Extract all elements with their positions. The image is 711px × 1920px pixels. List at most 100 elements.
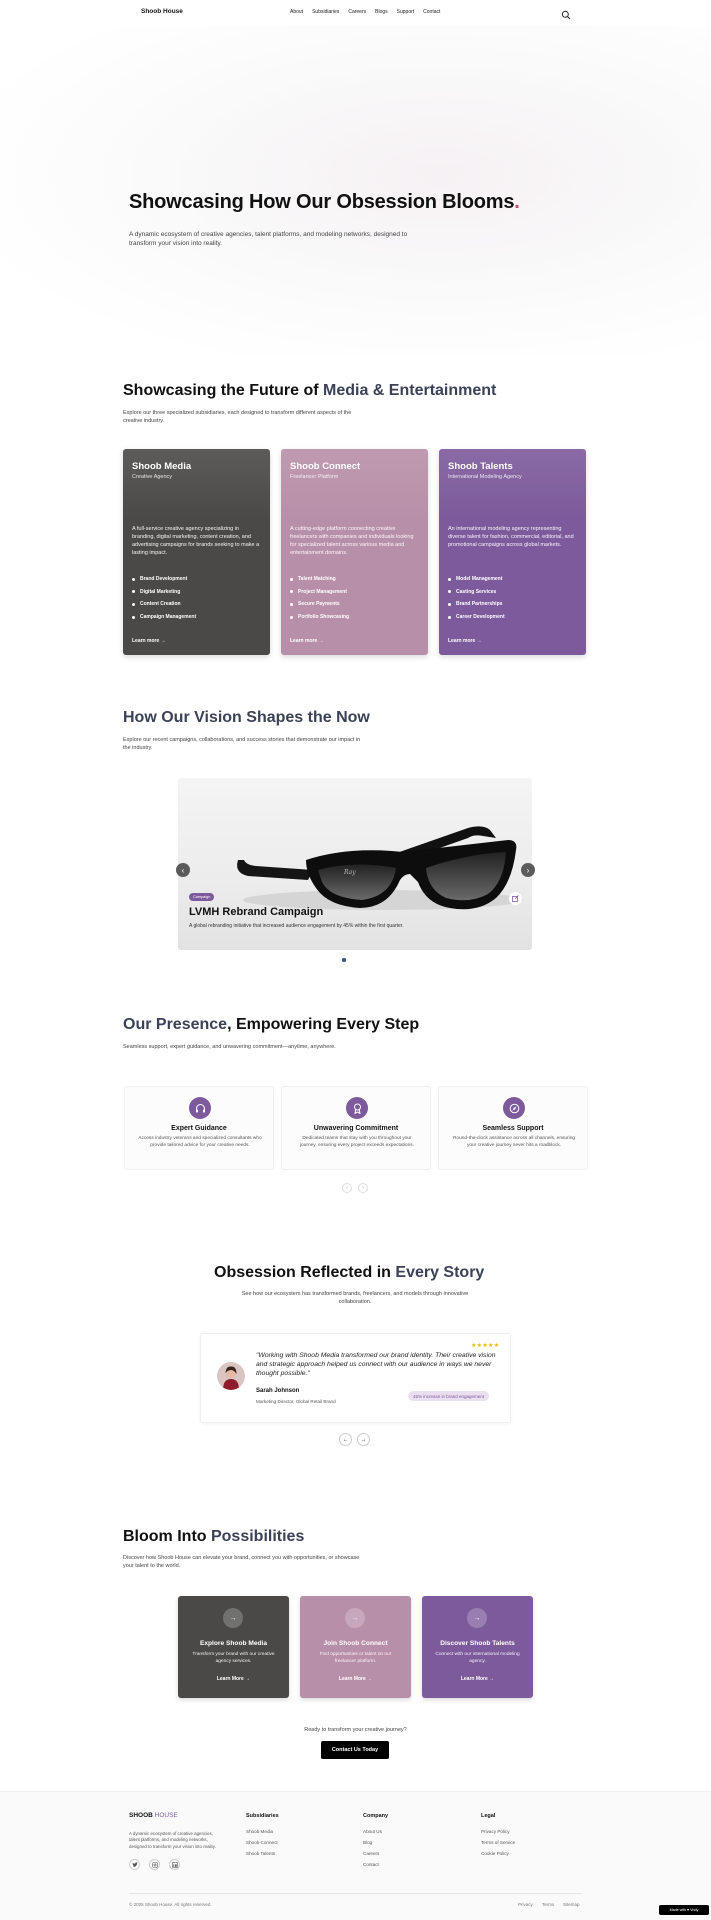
carousel-prev-button[interactable]: ‹ bbox=[176, 863, 190, 877]
feature-item: Project Management bbox=[290, 586, 349, 599]
footer-bottom-link[interactable]: Sitemap bbox=[563, 1902, 580, 1907]
footer-link[interactable]: About Us bbox=[363, 1829, 382, 1834]
arrow-right-icon: → bbox=[467, 1608, 487, 1628]
footer-link[interactable]: Blog bbox=[363, 1840, 372, 1845]
footer-link[interactable]: Cookie Policy bbox=[481, 1851, 509, 1856]
card-title: Shoob Connect bbox=[290, 461, 361, 472]
linkedin-icon[interactable] bbox=[169, 1859, 180, 1870]
presence-card-guidance: Expert Guidance Access industry veterans… bbox=[124, 1086, 274, 1170]
feature-list: Talent Matching Project Management Secur… bbox=[290, 573, 349, 623]
arrow-right-icon: → bbox=[345, 1608, 365, 1628]
nav-subsidiaries[interactable]: Subsidiaries bbox=[312, 9, 339, 15]
nav-about[interactable]: About bbox=[290, 9, 303, 15]
footer-divider bbox=[129, 1893, 582, 1894]
nav-careers[interactable]: Careers bbox=[348, 9, 366, 15]
feature-list: Brand Development Digital Marketing Cont… bbox=[132, 573, 196, 623]
carousel-dot-active[interactable] bbox=[342, 958, 346, 962]
footer-link[interactable]: Shoob Talents bbox=[246, 1851, 275, 1856]
feature-item: Model Management bbox=[448, 573, 505, 586]
footer-link[interactable]: Shoob Connect bbox=[246, 1840, 278, 1845]
site-header: Shoob House About Subsidiaries Careers B… bbox=[0, 0, 711, 26]
subsidiary-card-media[interactable]: Shoob Media Creative Agency A full-servi… bbox=[123, 449, 270, 655]
testimonial-next-button[interactable]: → bbox=[357, 1433, 370, 1446]
svg-text:Ray: Ray bbox=[343, 869, 356, 876]
footer-link[interactable]: Careers bbox=[363, 1851, 379, 1856]
copyright: © 2025 Shoob House. All rights reserved. bbox=[129, 1902, 212, 1907]
presence-card-commitment: Unwavering Commitment Dedicated teams th… bbox=[281, 1086, 431, 1170]
footer-bottom-link[interactable]: Terms bbox=[542, 1902, 554, 1907]
presence-card-support: Seamless Support Round-the-clock assista… bbox=[438, 1086, 588, 1170]
site-footer bbox=[0, 1791, 711, 1920]
footer-link[interactable]: Contact bbox=[363, 1862, 379, 1867]
result-badge: 45% increase in brand engagement bbox=[408, 1391, 490, 1401]
nav-blogs[interactable]: Blogs bbox=[375, 9, 388, 15]
future-title: Showcasing the Future of Media & Enterta… bbox=[123, 382, 497, 399]
learn-more-link[interactable]: Learn more → bbox=[290, 638, 324, 644]
search-icon[interactable] bbox=[561, 7, 571, 20]
hero-subtitle: A dynamic ecosystem of creative agencies… bbox=[129, 231, 408, 248]
footer-link[interactable]: Privacy Policy bbox=[481, 1829, 510, 1834]
contact-us-button[interactable]: Contact Us Today bbox=[321, 1741, 389, 1759]
learn-more-link[interactable]: Learn more → bbox=[448, 638, 482, 644]
feature-item: Casting Services bbox=[448, 586, 505, 599]
story-subtitle: See how our ecosystem has transformed br… bbox=[241, 1291, 469, 1306]
feature-item: Career Development bbox=[448, 611, 505, 624]
bloom-subtitle: Discover how Shoob House can elevate you… bbox=[123, 1555, 360, 1570]
hero-title: Showcasing How Our Obsession Blooms. bbox=[129, 191, 520, 213]
card-kind: Freelancer Platform bbox=[290, 474, 339, 480]
presence-title: Our Presence, Empowering Every Step bbox=[123, 1016, 420, 1033]
presence-next-button[interactable]: › bbox=[358, 1183, 368, 1193]
future-subtitle: Explore our three specialized subsidiari… bbox=[123, 410, 352, 425]
campaign-title: LVMH Rebrand Campaign bbox=[189, 906, 324, 918]
headphones-icon bbox=[189, 1097, 211, 1119]
avatar bbox=[217, 1362, 245, 1390]
presence-card-title: Unwavering Commitment bbox=[313, 1125, 399, 1132]
instagram-icon[interactable] bbox=[149, 1859, 160, 1870]
testimonial-name: Sarah Johnson bbox=[256, 1388, 300, 1394]
testimonial-prev-button[interactable]: ← bbox=[339, 1433, 352, 1446]
footer-logo[interactable]: SHOOB HOUSE bbox=[129, 1812, 178, 1819]
site-logo[interactable]: Shoob House bbox=[141, 8, 183, 15]
card-kind: International Modeling Agency bbox=[448, 474, 522, 480]
learn-more-link[interactable]: Learn More → bbox=[178, 1676, 289, 1682]
learn-more-link[interactable]: Learn more → bbox=[132, 638, 166, 644]
subsidiary-card-talents[interactable]: Shoob Talents International Modeling Age… bbox=[439, 449, 586, 655]
nav-contact[interactable]: Contact bbox=[423, 9, 440, 15]
card-kind: Creative Agency bbox=[132, 474, 173, 480]
bloom-card-talents[interactable]: → Discover Shoob Talents Connect with ou… bbox=[422, 1596, 533, 1698]
feature-item: Portfolio Showcasing bbox=[290, 611, 349, 624]
twitter-icon[interactable] bbox=[129, 1859, 140, 1870]
footer-link[interactable]: Shoob Media bbox=[246, 1829, 273, 1834]
footer-bottom-link[interactable]: Privacy bbox=[518, 1902, 533, 1907]
footer-subsidiaries-title: Subsidiaries bbox=[246, 1813, 279, 1819]
bloom-card-media[interactable]: → Explore Shoob Media Transform your bra… bbox=[178, 1596, 289, 1698]
footer-link[interactable]: Terms of Service bbox=[481, 1840, 515, 1845]
presence-card-desc: Dedicated teams that stay with you throu… bbox=[299, 1136, 415, 1148]
compass-icon bbox=[503, 1097, 525, 1119]
subsidiary-card-connect[interactable]: Shoob Connect Freelancer Platform A cutt… bbox=[281, 449, 428, 655]
feature-item: Brand Partnerships bbox=[448, 598, 505, 611]
presence-prev-button[interactable]: ‹ bbox=[342, 1183, 352, 1193]
made-with-badge[interactable]: Made with ♥ Visily bbox=[659, 1905, 709, 1915]
card-description: An international modeling agency represe… bbox=[448, 526, 574, 548]
bloom-card-desc: Transform your brand with our creative a… bbox=[192, 1652, 275, 1664]
carousel-next-button[interactable]: › bbox=[521, 863, 535, 877]
story-title: Obsession Reflected in Every Story bbox=[214, 1264, 485, 1281]
card-title: Shoob Talents bbox=[448, 461, 513, 472]
external-link-icon[interactable] bbox=[509, 892, 522, 905]
feature-item: Digital Marketing bbox=[132, 586, 196, 599]
bloom-card-connect[interactable]: → Join Shoob Connect Find opportunities … bbox=[300, 1596, 411, 1698]
presence-subtitle: Seamless support, expert guidance, and u… bbox=[123, 1044, 336, 1050]
vision-subtitle: Explore our recent campaigns, collaborat… bbox=[123, 737, 361, 752]
presence-card-desc: Access industry veterans and specialized… bbox=[138, 1136, 262, 1148]
presence-card-title: Seamless Support bbox=[482, 1125, 544, 1132]
footer-description: A dynamic ecosystem of creative agencies… bbox=[129, 1831, 216, 1849]
bloom-card-desc: Find opportunities or talent on our free… bbox=[319, 1652, 392, 1664]
nav-support[interactable]: Support bbox=[397, 9, 415, 15]
cta-prompt: Ready to transform your creative journey… bbox=[304, 1727, 407, 1733]
feature-item: Secure Payments bbox=[290, 598, 349, 611]
campaign-description: A global rebranding initiative that incr… bbox=[189, 923, 404, 929]
feature-item: Talent Matching bbox=[290, 573, 349, 586]
learn-more-link[interactable]: Learn More → bbox=[422, 1676, 533, 1682]
learn-more-link[interactable]: Learn More → bbox=[300, 1676, 411, 1682]
